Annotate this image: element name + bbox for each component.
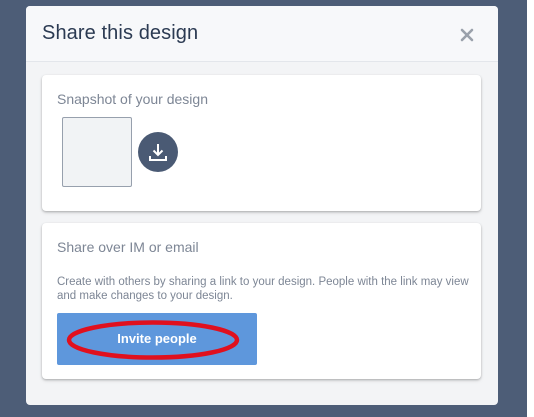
invite-people-button[interactable]: Invite people — [57, 313, 257, 365]
download-button[interactable] — [138, 132, 178, 172]
dialog-title: Share this design — [42, 22, 199, 44]
invite-people-label: Invite people — [117, 331, 197, 346]
share-dialog: Share this design Snapshot of your desig… — [26, 6, 498, 405]
dialog-header: Share this design — [26, 6, 498, 62]
share-description: Create with others by sharing a link to … — [57, 276, 469, 302]
close-icon — [460, 28, 474, 42]
design-thumbnail — [62, 117, 132, 187]
share-card: Share over IM or email Create with other… — [42, 223, 481, 379]
download-icon — [149, 144, 167, 161]
snapshot-card: Snapshot of your design — [42, 75, 481, 211]
close-button[interactable] — [454, 22, 480, 48]
share-heading: Share over IM or email — [57, 239, 199, 255]
snapshot-heading: Snapshot of your design — [57, 91, 208, 107]
page-edge — [527, 0, 534, 417]
